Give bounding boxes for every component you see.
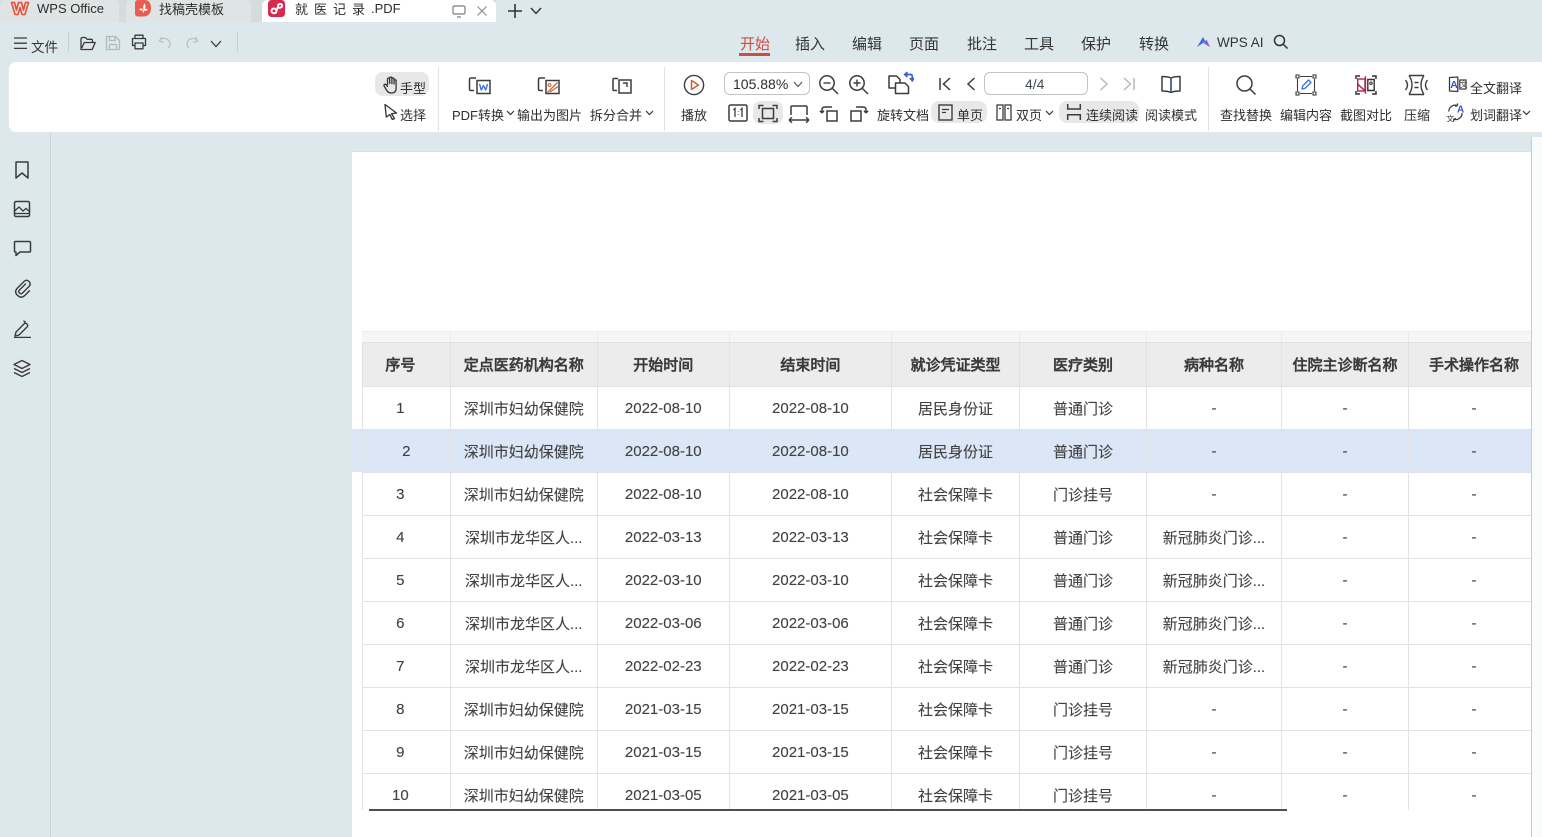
svg-text:A: A (1450, 79, 1458, 91)
svg-text:A: A (1457, 105, 1464, 116)
svg-text:文: 文 (1460, 79, 1467, 89)
svg-text:文: 文 (1446, 113, 1454, 122)
